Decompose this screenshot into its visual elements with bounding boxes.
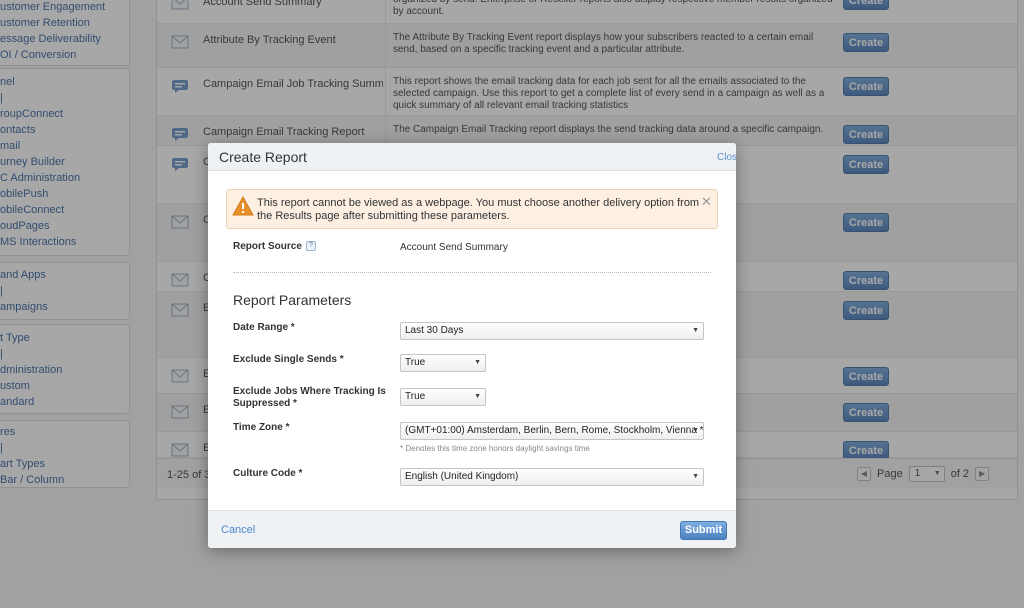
time-zone-label: Time Zone * <box>233 422 290 433</box>
dialog-footer: Cancel Submit <box>208 510 736 548</box>
chevron-down-icon: ▼ <box>692 427 699 434</box>
exclude-jobs-select[interactable]: True ▼ <box>400 388 486 406</box>
alert-message: This report cannot be viewed as a webpag… <box>257 197 700 222</box>
dialog-header: Create Report Close <box>208 143 736 171</box>
exclude-single-sends-select[interactable]: True ▼ <box>400 354 486 372</box>
date-range-label: Date Range * <box>233 322 295 333</box>
report-source-label: Report Source? <box>233 241 316 253</box>
submit-button[interactable]: Submit <box>680 521 727 540</box>
divider <box>233 272 711 273</box>
exclude-jobs-label: Exclude Jobs Where Tracking Is Suppresse… <box>233 386 386 409</box>
time-zone-select[interactable]: (GMT+01:00) Amsterdam, Berlin, Bern, Rom… <box>400 422 704 440</box>
exclude-jobs-value: True <box>405 391 426 402</box>
chevron-down-icon: ▼ <box>474 393 481 400</box>
report-source-value: Account Send Summary <box>400 242 508 253</box>
exclude-single-sends-label: Exclude Single Sends * <box>233 354 344 365</box>
cancel-button[interactable]: Cancel <box>221 524 255 536</box>
section-title: Report Parameters <box>233 292 352 308</box>
help-icon[interactable]: ? <box>305 241 316 252</box>
chevron-down-icon: ▼ <box>692 473 699 480</box>
chevron-down-icon: ▼ <box>474 359 481 366</box>
culture-code-value: English (United Kingdom) <box>405 471 519 482</box>
chevron-down-icon: ▼ <box>692 327 699 334</box>
culture-code-select[interactable]: English (United Kingdom) ▼ <box>400 468 704 486</box>
date-range-select[interactable]: Last 30 Days ▼ <box>400 322 704 340</box>
culture-code-label: Culture Code * <box>233 468 303 479</box>
close-link[interactable]: Close <box>717 152 736 163</box>
create-report-dialog: Create Report Close This report cannot b… <box>208 143 736 548</box>
close-icon[interactable]: ✕ <box>701 195 712 209</box>
report-source-label-text: Report Source <box>233 241 302 252</box>
warning-icon <box>232 196 254 216</box>
time-zone-hint: * Denotes this time zone honors daylight… <box>400 444 590 453</box>
dialog-title: Create Report <box>219 149 307 165</box>
exclude-single-sends-value: True <box>405 357 426 368</box>
warning-alert: This report cannot be viewed as a webpag… <box>226 189 718 229</box>
date-range-value: Last 30 Days <box>405 325 464 336</box>
time-zone-value: (GMT+01:00) Amsterdam, Berlin, Bern, Rom… <box>405 425 704 436</box>
